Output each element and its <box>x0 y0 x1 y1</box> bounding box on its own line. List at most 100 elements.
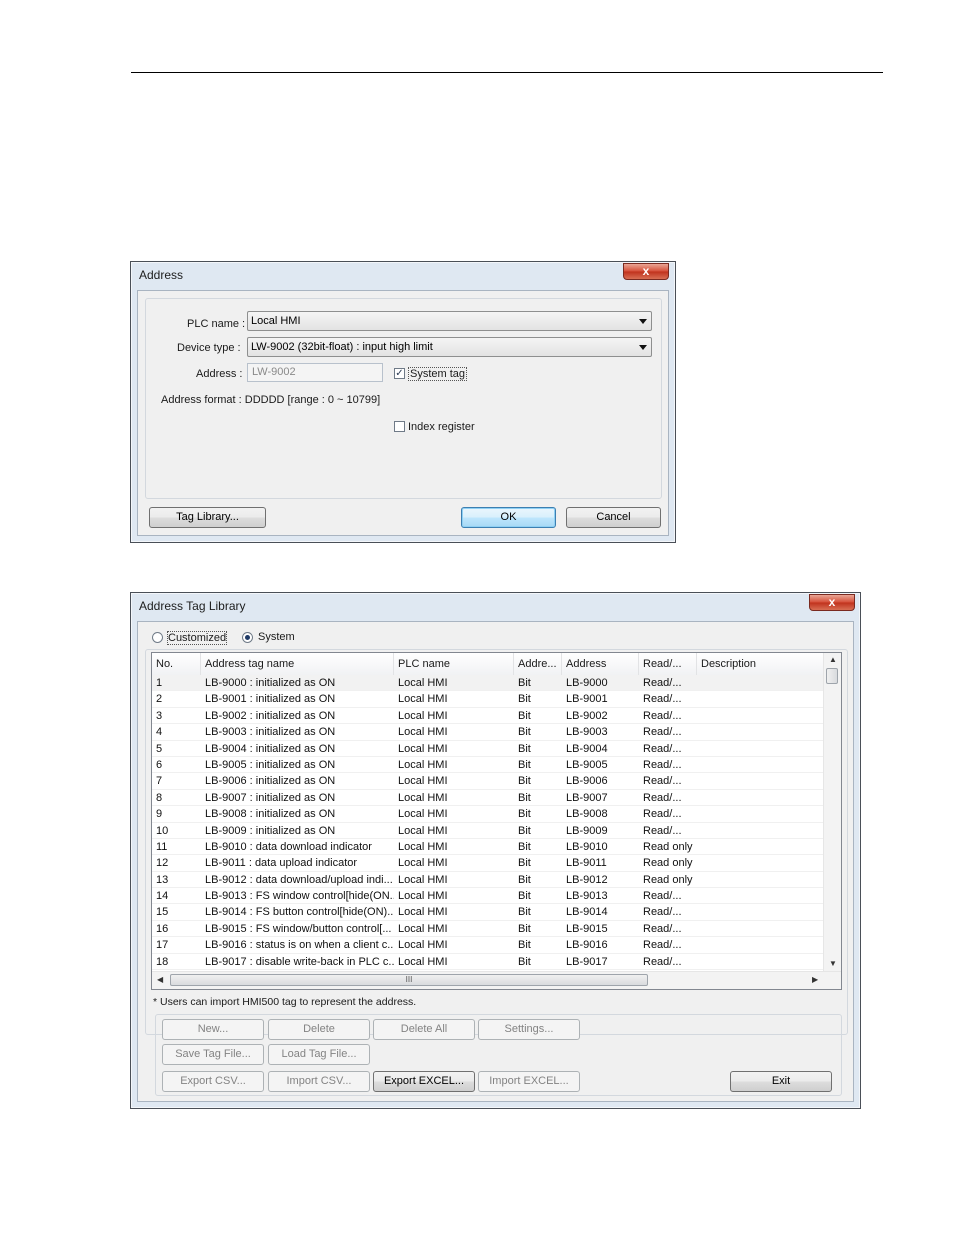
page-header-rule <box>131 72 883 73</box>
device-type-combo[interactable]: LW-9002 (32bit-float) : input high limit <box>247 337 652 357</box>
device-type-label: Device type : <box>177 342 241 354</box>
delete-all-button[interactable]: Delete All <box>373 1019 475 1040</box>
scroll-down-icon[interactable]: ▼ <box>829 959 837 968</box>
horizontal-scrollbar[interactable]: ◀ III ▶ <box>152 971 841 989</box>
index-register-checkbox[interactable] <box>394 421 405 432</box>
exit-button[interactable]: Exit <box>730 1071 832 1092</box>
table-cell: LB-9008 : initialized as ON <box>205 808 336 821</box>
table-cell: Local HMI <box>398 857 448 870</box>
table-cell: Local HMI <box>398 922 448 935</box>
tag-library-title: Address Tag Library <box>139 599 246 613</box>
table-row[interactable]: 13 LB-9012 : data download/upload indi...… <box>152 872 824 889</box>
import-excel-button[interactable]: Import EXCEL... <box>478 1071 580 1092</box>
column-header[interactable]: Description <box>697 653 824 675</box>
close-button[interactable]: x <box>623 263 669 280</box>
radio-customized[interactable] <box>152 632 163 643</box>
system-tag-label[interactable]: System tag <box>408 367 468 381</box>
table-row[interactable]: 15 LB-9014 : FS button control[hide(ON)..… <box>152 904 824 921</box>
save-tag-file-button[interactable]: Save Tag File... <box>162 1044 264 1065</box>
import-csv-button[interactable]: Import CSV... <box>268 1071 370 1092</box>
table-cell: Bit <box>518 791 531 804</box>
table-cell: LB-9000 : initialized as ON <box>205 677 336 689</box>
cancel-button[interactable]: Cancel <box>566 507 661 528</box>
tag-library-button[interactable]: Tag Library... <box>149 507 266 528</box>
radio-system-label[interactable]: System <box>258 631 295 643</box>
table-cell: LB-9005 : initialized as ON <box>205 758 336 771</box>
table-cell: 12 <box>156 857 169 870</box>
table-row[interactable]: 11 LB-9010 : data download indicator Local… <box>152 839 824 856</box>
table-row[interactable]: 18 LB-9017 : disable write-back in PLC c.… <box>152 954 824 971</box>
vertical-scroll-thumb[interactable] <box>826 668 838 684</box>
table-cell: Bit <box>518 742 531 755</box>
new-button[interactable]: New... <box>162 1019 264 1040</box>
table-cell: Bit <box>518 922 531 935</box>
table-cell: LB-9013 : FS window control[hide(ON... <box>205 890 394 903</box>
table-row[interactable]: 9 LB-9008 : initialized as ON Local HMI Bit… <box>152 806 824 823</box>
table-row[interactable]: 12 LB-9011 : data upload indicator Local H… <box>152 855 824 872</box>
table-cell: Bit <box>518 775 531 788</box>
table-cell: Bit <box>518 873 531 886</box>
system-tag-checkbox[interactable]: ✓ <box>394 368 405 379</box>
settings-button[interactable]: Settings... <box>478 1019 580 1040</box>
table-cell: Local HMI <box>398 791 448 804</box>
tag-list-rows: 1 LB-9000 : initialized as ON Local HMI Bit… <box>152 675 824 971</box>
table-cell: LB-9002 : initialized as ON <box>205 709 336 722</box>
table-cell: Local HMI <box>398 906 448 919</box>
tag-list-header: No. Address tag name PLC name Addre... A… <box>152 653 824 676</box>
export-excel-button[interactable]: Export EXCEL... <box>373 1071 475 1092</box>
index-register-label[interactable]: Index register <box>408 421 475 433</box>
table-row[interactable]: 8 LB-9007 : initialized as ON Local HMI Bit… <box>152 790 824 807</box>
table-cell <box>697 675 824 691</box>
tag-list[interactable]: No. Address tag name PLC name Addre... A… <box>151 652 842 990</box>
table-cell: Local HMI <box>398 758 448 771</box>
ok-button[interactable]: OK <box>461 507 556 528</box>
table-row[interactable]: 5 LB-9004 : initialized as ON Local HMI Bit… <box>152 741 824 757</box>
plc-name-combo[interactable]: Local HMI <box>247 311 652 331</box>
table-cell: LB-9000 <box>566 677 608 689</box>
table-row[interactable]: 6 LB-9005 : initialized as ON Local HMI Bit… <box>152 757 824 774</box>
table-cell: Read/... <box>643 955 682 968</box>
export-csv-button[interactable]: Export CSV... <box>162 1071 264 1092</box>
table-row[interactable]: 1 LB-9000 : initialized as ON Local HMI Bit… <box>152 675 824 692</box>
table-cell <box>697 757 824 773</box>
table-row[interactable]: 3 LB-9002 : initialized as ON Local HMI Bit… <box>152 708 824 725</box>
table-row[interactable]: 10 LB-9009 : initialized as ON Local HMI Bi… <box>152 823 824 839</box>
scroll-right-icon[interactable]: ▶ <box>812 975 818 984</box>
address-field[interactable]: LW-9002 <box>247 363 383 382</box>
table-cell: LB-9007 <box>566 791 608 804</box>
table-cell: LB-9009 : initialized as ON <box>205 824 336 837</box>
scroll-left-icon[interactable]: ◀ <box>157 975 163 984</box>
scroll-up-icon[interactable]: ▲ <box>829 655 837 664</box>
table-cell: LB-9003 <box>566 726 608 739</box>
table-cell: 3 <box>156 709 163 722</box>
address-dialog: Address x PLC name : Local HMI Device ty… <box>130 261 676 543</box>
table-cell <box>697 855 824 871</box>
delete-button[interactable]: Delete <box>268 1019 370 1040</box>
table-cell: Read/... <box>643 775 682 788</box>
table-row[interactable]: 17 LB-9016 : status is on when a client c… <box>152 937 824 954</box>
table-row[interactable]: 4 LB-9003 : initialized as ON Local HMI Bit… <box>152 724 824 741</box>
close-button[interactable]: x <box>809 594 855 611</box>
table-cell: LB-9005 <box>566 758 608 771</box>
table-cell: 11 <box>156 840 168 853</box>
vertical-scrollbar[interactable]: ▲ ▼ <box>823 653 841 975</box>
column-header[interactable]: Addre... <box>514 653 562 675</box>
column-header[interactable]: Address <box>562 653 639 675</box>
table-cell <box>697 708 824 724</box>
horizontal-scroll-thumb[interactable]: III <box>170 974 648 986</box>
column-header[interactable]: Address tag name <box>201 653 394 675</box>
table-row[interactable]: 14 LB-9013 : FS window control[hide(ON...… <box>152 888 824 905</box>
load-tag-file-button[interactable]: Load Tag File... <box>268 1044 370 1065</box>
table-cell: LB-9015 <box>566 922 608 935</box>
radio-system[interactable] <box>242 632 253 643</box>
radio-customized-label[interactable]: Customized <box>167 631 228 645</box>
column-header[interactable]: No. <box>152 653 201 675</box>
table-row[interactable]: 7 LB-9006 : initialized as ON Local HMI Bit… <box>152 773 824 790</box>
table-cell: 5 <box>156 742 163 755</box>
table-cell: Read only <box>643 873 693 886</box>
plc-name-label: PLC name : <box>187 318 246 330</box>
column-header[interactable]: PLC name <box>394 653 514 675</box>
table-row[interactable]: 2 LB-9001 : initialized as ON Local HMI Bit… <box>152 691 824 708</box>
table-row[interactable]: 16 LB-9015 : FS window/button control[...… <box>152 921 824 938</box>
column-header[interactable]: Read/... <box>639 653 697 675</box>
